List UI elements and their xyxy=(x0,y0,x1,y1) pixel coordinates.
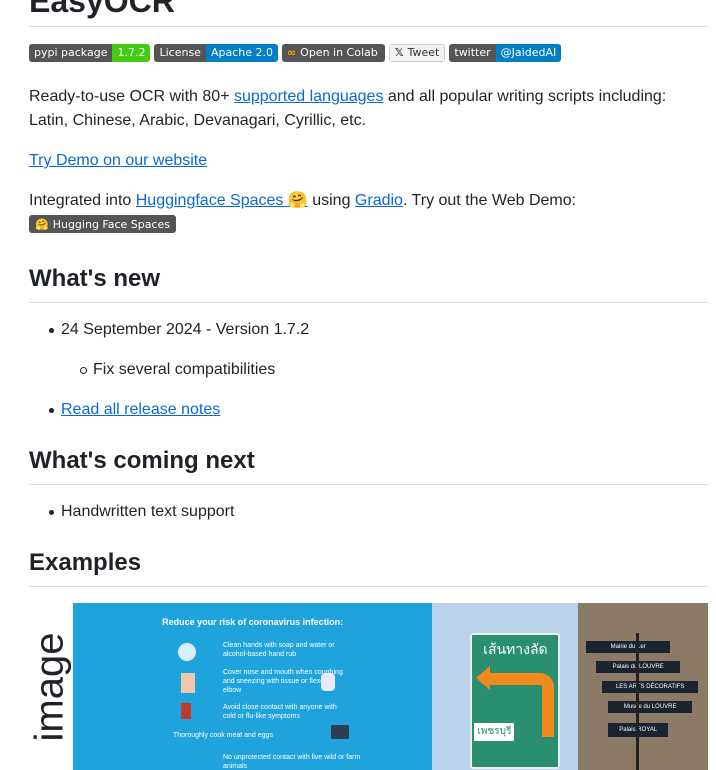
handwash-icon xyxy=(177,643,196,661)
x-icon: 𝕏 xyxy=(394,46,404,59)
twitter-badge-handle: @JaidedAI xyxy=(495,44,562,62)
street-sign-1: Mairie du 1er xyxy=(586,641,671,653)
license-badge[interactable]: License Apache 2.0 xyxy=(154,44,278,62)
arrow-head-icon xyxy=(476,666,491,690)
whats-next-item: Handwritten text support xyxy=(61,503,235,520)
tweet-badge-body: 𝕏 Tweet xyxy=(388,44,446,62)
street-sign-4: Musée du LOUVRE xyxy=(608,701,693,713)
street-sign-3: LES ARTS DÉCORATIFS xyxy=(602,681,699,693)
demo-paragraph: Try Demo on our website xyxy=(29,149,207,173)
examples-heading: Examples xyxy=(29,549,142,576)
corona-line-4: Thoroughly cook meat and eggs xyxy=(172,732,273,739)
thai-sign-bottom-text: เพชรบุรี xyxy=(474,723,515,741)
integrated-text-before: Integrated into xyxy=(29,192,136,209)
integrated-paragraph: Integrated into Huggingface Spaces 🤗 usi… xyxy=(29,189,576,213)
hugging-face-emoji-icon: 🤗 xyxy=(287,192,308,209)
thai-sign-board: เส้นทางลัด เพชรบุรี xyxy=(470,633,561,769)
tissue-icon xyxy=(320,673,335,691)
supported-languages-link[interactable]: supported languages xyxy=(234,88,383,105)
bullet-icon xyxy=(49,328,54,333)
whats-next-heading: What's coming next xyxy=(29,447,255,474)
colab-badge[interactable]: ∞ Open in Colab xyxy=(281,44,385,62)
whats-new-divider xyxy=(29,302,708,303)
huggingface-spaces-link-text: Huggingface Spaces xyxy=(135,192,284,209)
twitter-badge[interactable]: twitter @JaidedAI xyxy=(449,44,562,62)
examples-divider xyxy=(29,586,708,587)
page-title: EasyOCR xyxy=(29,0,175,19)
cough-icon xyxy=(180,673,195,693)
hugging-face-spaces-badge[interactable]: 🤗 Hugging Face Spaces xyxy=(29,215,177,233)
corona-poster-title: Reduce your risk of coronavirus infectio… xyxy=(162,617,344,627)
whats-new-subitem: Fix several compatibilities xyxy=(93,361,276,378)
license-badge-label: License xyxy=(154,44,206,62)
twitter-badge-label: twitter xyxy=(449,44,496,62)
colab-badge-label: Open in Colab xyxy=(300,46,378,59)
corona-line-3: Avoid close contact with anyone with col… xyxy=(222,704,337,720)
badge-row: pypi package 1.7.2 License Apache 2.0 ∞ … xyxy=(29,44,562,62)
thai-road-sign-example: เส้นทางลัด เพชรบุรี xyxy=(432,603,579,770)
gradio-link[interactable]: Gradio xyxy=(355,192,403,209)
colab-badge-body: ∞ Open in Colab xyxy=(281,44,385,62)
integrated-text-mid: using xyxy=(307,192,355,209)
paris-street-sign-example: Mairie du 1er Palais du LOUVRE LES ARTS … xyxy=(578,603,708,770)
corona-line-5: No unprotected contact with live wild or… xyxy=(222,754,361,770)
bullet-icon xyxy=(49,408,54,413)
huggingface-spaces-link[interactable]: Huggingface Spaces 🤗 xyxy=(136,192,308,209)
corona-line-1: Clean hands with soap and water or alcoh… xyxy=(222,642,335,658)
whats-new-heading: What's new xyxy=(29,265,161,292)
release-notes-link[interactable]: Read all release notes xyxy=(61,398,220,422)
integrated-text-after: . Try out the Web Demo: xyxy=(402,192,577,209)
title-divider xyxy=(29,26,708,27)
pypi-badge[interactable]: pypi package 1.7.2 xyxy=(29,44,151,62)
pot-icon xyxy=(330,725,349,739)
tweet-badge[interactable]: 𝕏 Tweet xyxy=(388,44,446,62)
try-demo-link[interactable]: Try Demo on our website xyxy=(29,152,207,169)
pypi-badge-label: pypi package xyxy=(29,44,113,62)
bullet-icon xyxy=(49,510,54,515)
examples-image: image Reduce your risk of coronavirus in… xyxy=(29,603,708,770)
examples-image-label-panel: image xyxy=(29,603,73,770)
license-badge-value: Apache 2.0 xyxy=(205,44,278,62)
coronavirus-poster-example: Reduce your risk of coronavirus infectio… xyxy=(72,603,433,770)
examples-image-label: image xyxy=(29,632,72,741)
hf-badge-label: Hugging Face Spaces xyxy=(52,217,171,231)
whats-new-item: 24 September 2024 - Version 1.7.2 xyxy=(61,321,310,338)
colab-icon: ∞ xyxy=(286,46,297,59)
intro-text-before: Ready-to-use OCR with 80+ xyxy=(29,88,234,105)
thai-sign-top-text: เส้นทางลัด xyxy=(483,642,548,658)
intro-paragraph: Ready-to-use OCR with 80+ supported lang… xyxy=(29,85,708,133)
sub-bullet-icon xyxy=(80,367,87,374)
person-icon xyxy=(180,703,191,719)
whats-next-divider xyxy=(29,484,708,485)
hugging-face-icon: 🤗 xyxy=(35,217,49,231)
tweet-badge-label: Tweet xyxy=(407,46,440,59)
sign-pole xyxy=(636,633,640,770)
pypi-badge-version: 1.7.2 xyxy=(112,44,151,62)
